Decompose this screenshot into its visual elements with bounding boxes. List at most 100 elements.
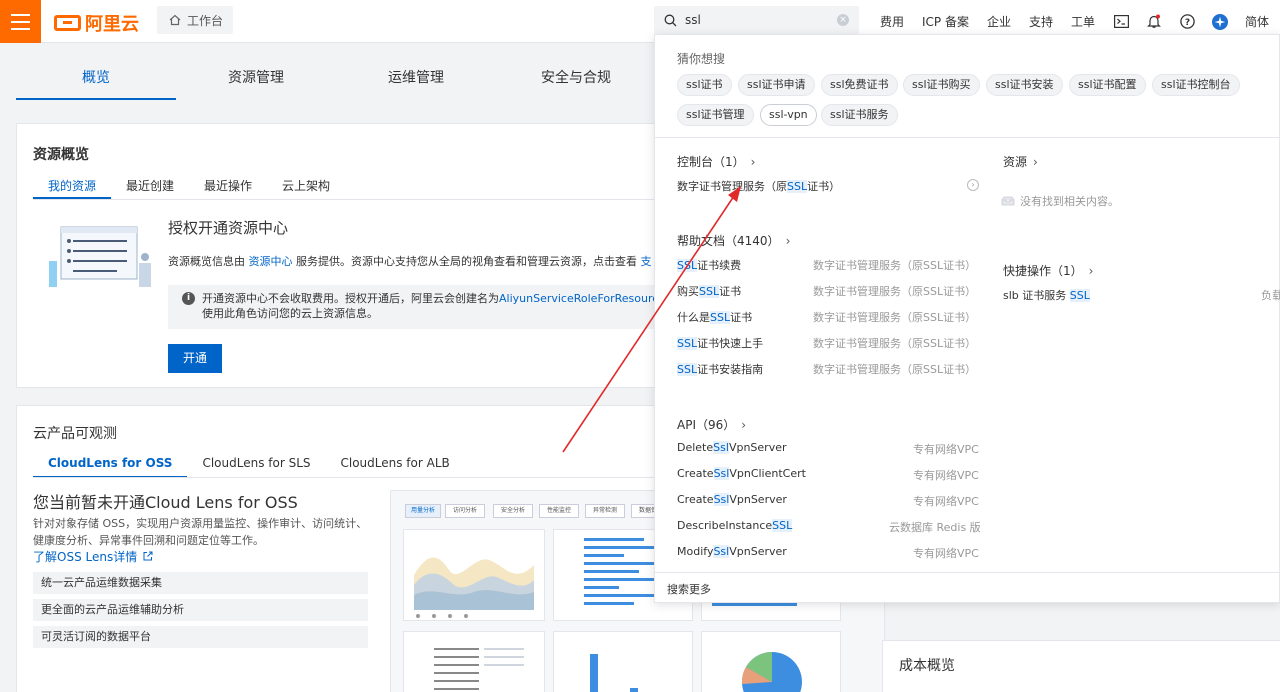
help-doc-item[interactable]: 什么是SSL证书 (677, 309, 752, 325)
pie-chart-panel (701, 631, 841, 692)
api-item[interactable]: DescribeInstanceSSL (677, 519, 793, 532)
help-doc-source: 数字证书管理服务（原SSL证书） (813, 337, 977, 350)
help-icon[interactable]: ? (1179, 14, 1195, 30)
language-switch[interactable]: 简体 (1245, 13, 1269, 30)
observability-title: 云产品可观测 (33, 426, 117, 442)
aliyun-logo[interactable]: 阿里云 (54, 10, 139, 36)
search-box[interactable]: × (654, 6, 859, 34)
resource-center-notice: i 开通资源中心不会收取费用。授权开通后，阿里云会创建名为AliyunServi… (168, 285, 677, 329)
help-doc-item[interactable]: SSL证书快速上手 (677, 335, 763, 351)
api-item[interactable]: DeleteSslVpnServer (677, 441, 787, 454)
help-doc-source: 数字证书管理服务（原SSL证书） (813, 259, 977, 272)
dropdown-divider (655, 137, 1279, 138)
suggestion-chip[interactable]: ssl证书 (677, 74, 732, 96)
api-source: 专有网络VPC (913, 547, 979, 560)
nav-icp[interactable]: ICP 备案 (922, 13, 969, 30)
info-icon: i (182, 292, 195, 305)
tab-cloud-architecture[interactable]: 云上架构 (267, 174, 345, 199)
tab-ops-management[interactable]: 运维管理 (336, 56, 496, 100)
table-panel (403, 631, 545, 692)
suggestion-chip[interactable]: ssl证书管理 (677, 104, 754, 126)
dashboard-tab: 异常检测 (585, 504, 625, 518)
help-doc-item[interactable]: SSL证书续费 (677, 257, 741, 273)
dashboard-tab: 用量分析 (405, 504, 441, 518)
resource-section-header[interactable]: 资源 › (1003, 153, 1038, 170)
search-input[interactable] (685, 13, 825, 27)
svg-text:?: ? (1184, 18, 1189, 28)
area-chart-panel (403, 529, 545, 621)
help-doc-item[interactable]: 购买SSL证书 (677, 283, 741, 299)
tab-cloudlens-oss[interactable]: CloudLens for OSS (33, 450, 188, 478)
quick-actions-section-header[interactable]: 快捷操作（1） › (1003, 262, 1093, 279)
suggestion-chip[interactable]: ssl证书配置 (1069, 74, 1146, 96)
oss-lens-details-link[interactable]: 了解OSS Lens详情 (33, 548, 153, 565)
tab-cloudlens-alb[interactable]: CloudLens for ALB (326, 450, 465, 478)
chevron-right-icon: › (1088, 264, 1094, 278)
tab-cloudlens-sls[interactable]: CloudLens for SLS (187, 450, 325, 478)
resource-overview-card: 资源概览 我的资源 最近创建 最近操作 云上架构 授权开通资源中心 资源概览信息… (16, 123, 677, 388)
cloudlens-description: 针对对象存储 OSS，实现用户资源用量监控、操作审计、访问统计、健康度分析、异常… (33, 517, 368, 547)
cloudlens-heading: 您当前暂未开通Cloud Lens for OSS (33, 493, 298, 512)
suggestion-chip[interactable]: ssl证书安装 (986, 74, 1063, 96)
avatar-icon[interactable] (1212, 13, 1229, 30)
api-source: 专有网络VPC (913, 443, 979, 456)
resource-center-link[interactable]: 资源中心 (249, 255, 293, 268)
terminal-icon[interactable] (1113, 14, 1129, 30)
console-section-header[interactable]: 控制台（1） › (677, 153, 755, 170)
help-doc-item[interactable]: SSL证书安装指南 (677, 361, 763, 377)
suggestion-chip[interactable]: ssl-vpn (760, 104, 817, 126)
nav-ticket[interactable]: 工单 (1071, 13, 1095, 30)
cost-overview-card: 成本概览 (882, 640, 1280, 692)
dashboard-tab: 安全分析 (493, 504, 533, 518)
tab-my-resources[interactable]: 我的资源 (33, 174, 112, 199)
quick-action-item[interactable]: slb 证书服务 SSL (1003, 287, 1090, 303)
external-link-icon (143, 551, 153, 561)
tab-divider (33, 199, 675, 200)
workbench-button[interactable]: 工作台 (157, 6, 233, 34)
suggestion-chip[interactable]: ssl证书服务 (821, 104, 898, 126)
chevron-right-icon: › (750, 155, 756, 169)
activate-button[interactable]: 开通 (168, 344, 222, 373)
area-chart-thumbnail (414, 557, 534, 618)
suggestion-chip[interactable]: ssl证书购买 (903, 74, 980, 96)
help-doc-source: 数字证书管理服务（原SSL证书） (813, 311, 977, 324)
api-item[interactable]: ModifySslVpnServer (677, 545, 787, 558)
nav-support[interactable]: 支持 (1029, 13, 1053, 30)
table-thumbnail (434, 648, 524, 690)
api-source: 专有网络VPC (913, 469, 979, 482)
home-icon (169, 14, 181, 26)
logo-text: 阿里云 (85, 14, 139, 35)
tab-security-compliance[interactable]: 安全与合规 (496, 56, 656, 100)
tab-recent-operations[interactable]: 最近操作 (189, 174, 267, 199)
resource-empty-state: 没有找到相关内容。 (1001, 193, 1119, 209)
resource-overview-title: 资源概览 (33, 147, 89, 163)
nav-billing[interactable]: 费用 (880, 13, 904, 30)
workbench-label: 工作台 (187, 13, 224, 28)
suggestion-chip[interactable]: ssl证书控制台 (1152, 74, 1240, 96)
suggestion-chip[interactable]: ssl证书申请 (738, 74, 815, 96)
tab-overview[interactable]: 概览 (16, 56, 176, 100)
cost-overview-title: 成本概览 (899, 658, 955, 674)
help-docs-section-header[interactable]: 帮助文档（4140） › (677, 232, 790, 249)
goto-arrow-icon[interactable]: › (967, 179, 979, 191)
api-section-header[interactable]: API（96） › (677, 416, 746, 433)
menu-icon[interactable] (0, 0, 41, 43)
search-more-link[interactable]: 搜索更多 (667, 581, 711, 597)
api-item[interactable]: CreateSslVpnClientCert (677, 467, 806, 480)
chevron-right-icon: › (1033, 155, 1038, 169)
bell-icon[interactable] (1146, 14, 1162, 30)
feature-item: 更全面的云产品运维辅助分析 (33, 599, 368, 621)
tab-resource-management[interactable]: 资源管理 (176, 56, 336, 100)
cloudlens-tabs: CloudLens for OSS CloudLens for SLS Clou… (33, 450, 465, 478)
resource-center-illustration (49, 226, 151, 287)
search-suggestions-dropdown: 猜你想搜 ssl证书 ssl证书申请 ssl免费证书 ssl证书购买 ssl证书… (654, 34, 1280, 603)
nav-enterprise[interactable]: 企业 (987, 13, 1011, 30)
pie-chart-thumbnail (741, 652, 802, 692)
console-result-item[interactable]: 数字证书管理服务（原SSL证书） (677, 178, 840, 194)
help-doc-source: 数字证书管理服务（原SSL证书） (813, 285, 977, 298)
api-item[interactable]: CreateSslVpnServer (677, 493, 787, 506)
tab-recent-created[interactable]: 最近创建 (111, 174, 189, 199)
suggestion-chip[interactable]: ssl免费证书 (821, 74, 898, 96)
dashboard-tab: 性能监控 (539, 504, 579, 518)
clear-search-icon[interactable]: × (837, 14, 849, 26)
